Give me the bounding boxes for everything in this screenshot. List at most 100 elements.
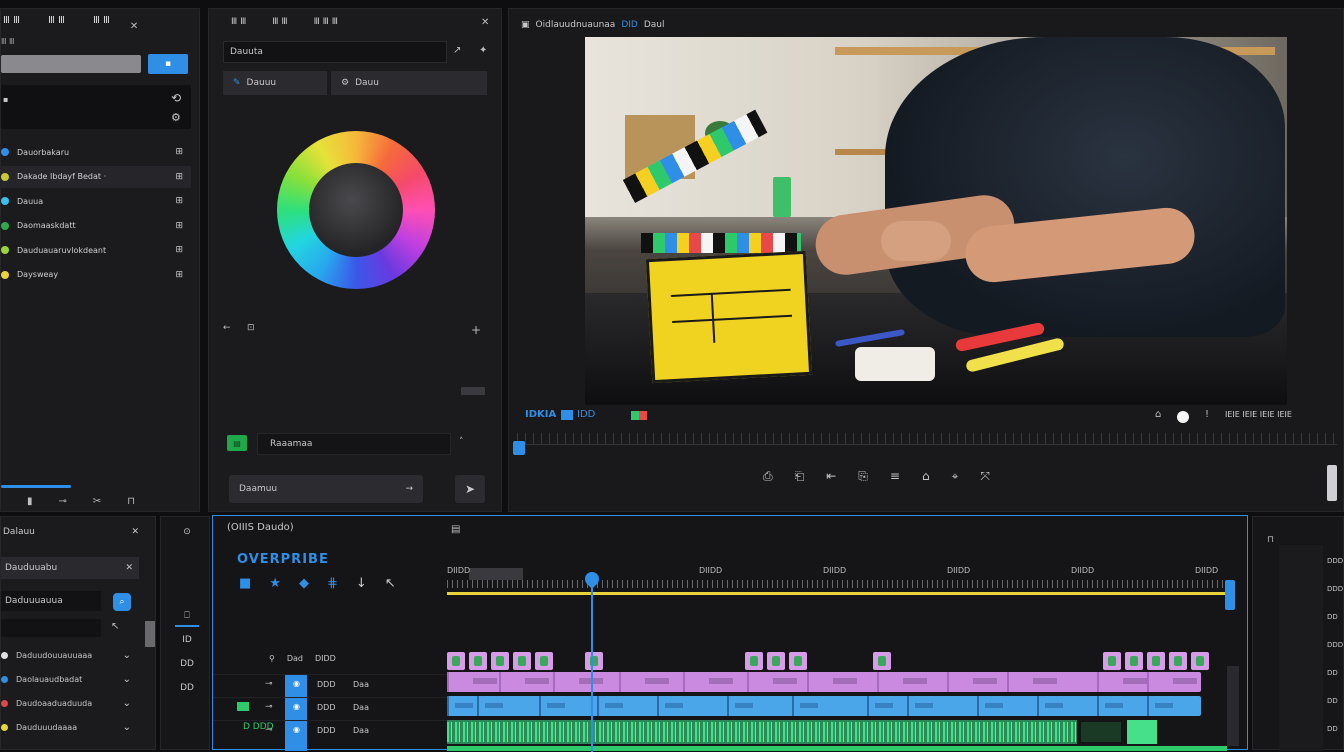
expand-icon[interactable]: ↗ — [453, 45, 461, 56]
clip-icon[interactable]: ⊞ — [175, 221, 183, 231]
purple-clip[interactable] — [1097, 672, 1099, 692]
project-search-input[interactable] — [1, 55, 141, 73]
blue-clip[interactable] — [867, 696, 869, 716]
project-item[interactable]: Dauorbakaru ⊞ — [1, 141, 191, 163]
loop-icon[interactable]: ⌂ — [922, 469, 930, 487]
purple-clip[interactable] — [447, 672, 449, 692]
pin-icon[interactable]: ✦ — [479, 45, 487, 56]
close-icon[interactable]: ✕ — [131, 527, 139, 537]
clip-icon[interactable]: ⊞ — [175, 147, 183, 157]
clip-thumbnail[interactable] — [1125, 652, 1143, 670]
chevron-up-icon[interactable]: ˄ — [459, 437, 464, 447]
effects-scrollbar[interactable] — [145, 621, 155, 647]
blue-clip[interactable] — [1097, 696, 1099, 716]
chevron-down-icon[interactable]: ⌄ — [123, 698, 131, 709]
project-search-button[interactable]: ▪ — [148, 54, 188, 74]
blue-clip[interactable] — [727, 696, 729, 716]
trash-icon[interactable]: ⊓ — [127, 493, 135, 509]
effects-item[interactable]: Dauduuudaaaa ⌄ — [1, 717, 139, 737]
chevron-down-icon[interactable]: ⌄ — [123, 674, 131, 685]
link-icon[interactable]: ⊸ — [265, 679, 273, 689]
eye-icon[interactable]: ◉ — [293, 725, 300, 734]
step-forward-icon[interactable]: ≡ — [890, 469, 900, 487]
clip-icon[interactable]: ⊞ — [175, 270, 183, 280]
new-bin-icon[interactable]: ▮ — [27, 493, 33, 509]
pen-icon[interactable]: ↖ — [385, 576, 396, 596]
track-row[interactable]: ⊸ ◉ DDD Daa — [213, 674, 447, 696]
wand-icon[interactable]: ↖ — [111, 621, 119, 632]
purple-clip[interactable] — [683, 672, 685, 692]
color-subtab-1[interactable]: ✎ Dauuu — [223, 71, 327, 95]
clip-thumbnail[interactable] — [1191, 652, 1209, 670]
project-item[interactable]: Dauua ⊞ — [1, 190, 191, 212]
record-dot[interactable] — [1177, 411, 1189, 423]
chevron-down-icon[interactable]: ⌄ — [123, 650, 131, 661]
camera-icon[interactable]: ⌂ — [1155, 409, 1161, 420]
viewer-scrubber[interactable] — [517, 433, 1337, 445]
blue-clip[interactable] — [447, 696, 449, 716]
clip-icon[interactable]: ⊞ — [175, 172, 183, 182]
effects-list-input[interactable] — [1, 619, 101, 637]
purple-clip[interactable] — [1007, 672, 1009, 692]
purple-clip[interactable] — [553, 672, 555, 692]
clip-icon[interactable]: ⊞ — [175, 245, 183, 255]
insert-icon[interactable]: ⌖ — [952, 469, 959, 487]
purple-clip[interactable] — [947, 672, 949, 692]
video-frame[interactable] — [585, 37, 1287, 405]
add-icon[interactable]: + — [471, 323, 481, 337]
purple-clip[interactable] — [877, 672, 879, 692]
color-tab-2[interactable]: Ⅲ Ⅲ — [272, 17, 287, 33]
link-icon[interactable]: ⊸ — [59, 493, 67, 509]
clip-thumbnail[interactable] — [585, 652, 603, 670]
razor-icon[interactable]: ↓ — [356, 576, 367, 596]
select-tool-icon[interactable]: ■ — [239, 576, 251, 596]
color-slider-handle[interactable] — [461, 387, 485, 395]
project-item[interactable]: Daomaaskdatt ⊞ — [1, 215, 191, 237]
forward-button[interactable]: ➤ — [455, 475, 485, 503]
purple-clip[interactable] — [747, 672, 749, 692]
timeline-tool[interactable]: DD — [175, 683, 199, 699]
clip-thumbnail[interactable] — [767, 652, 785, 670]
effects-search[interactable]: Dauduuabu ✕ — [1, 557, 139, 579]
wrench-icon[interactable]: ⚲ — [269, 654, 275, 668]
clip-thumbnail[interactable] — [491, 652, 509, 670]
timeline-tool[interactable]: ⊙ — [175, 527, 199, 543]
color-subtab-2[interactable]: ⚙ Dauu — [331, 71, 487, 95]
viewer-scrollbar[interactable] — [1327, 465, 1337, 501]
blue-clip[interactable] — [477, 696, 479, 716]
blue-clip[interactable] — [977, 696, 979, 716]
effects-filter[interactable]: Daduuuauua — [1, 591, 101, 611]
chevron-down-icon[interactable]: ⌄ — [123, 722, 131, 733]
effects-item[interactable]: Daolauaudbadat ⌄ — [1, 669, 139, 689]
settings-icon[interactable]: ⚙ — [171, 111, 181, 124]
eye-icon[interactable]: ◉ — [293, 679, 300, 688]
timeline-tool[interactable]: ⎕ — [175, 611, 199, 627]
effects-item[interactable]: Daudoaaduaduuda ⌄ — [1, 693, 139, 713]
close-icon[interactable]: ✕ — [130, 15, 138, 37]
purple-clip[interactable] — [1147, 672, 1149, 692]
clip-thumbnail[interactable] — [1103, 652, 1121, 670]
eye-icon[interactable]: ◉ — [293, 702, 300, 711]
project-tab-3[interactable]: Ⅲ Ⅲ — [93, 15, 110, 37]
timeline-tool[interactable]: DD — [175, 659, 199, 675]
track-select-icon[interactable]: ⋕ — [327, 576, 338, 596]
effects-search-button[interactable]: ⌕ — [113, 593, 131, 611]
project-item[interactable]: Dakade Ibdayf Bedat · ⊞ — [1, 165, 191, 188]
color-tab-1[interactable]: Ⅲ Ⅲ — [231, 17, 246, 33]
scissor-icon[interactable]: ✂ — [93, 493, 101, 509]
clip-thumbnail[interactable] — [1169, 652, 1187, 670]
timeline-vscroll[interactable] — [1225, 580, 1235, 610]
color-field[interactable]: Dauuta — [223, 41, 447, 63]
mark-out-icon[interactable]: ⎗ — [795, 469, 805, 487]
apply-button[interactable]: Daamuu → — [229, 475, 423, 503]
info-icon[interactable]: ! — [1205, 409, 1209, 420]
blue-clip[interactable] — [1037, 696, 1039, 716]
audio-track-c[interactable] — [1081, 722, 1121, 742]
color-tab-3[interactable]: Ⅲ Ⅲ Ⅲ — [314, 17, 338, 33]
color-wheel[interactable] — [277, 131, 435, 289]
audio-track-lower[interactable] — [447, 746, 1227, 751]
clip-thumbnail[interactable] — [513, 652, 531, 670]
clip-thumbnail[interactable] — [469, 652, 487, 670]
playhead[interactable] — [591, 572, 593, 752]
step-back-icon[interactable]: ⇤ — [826, 469, 836, 487]
